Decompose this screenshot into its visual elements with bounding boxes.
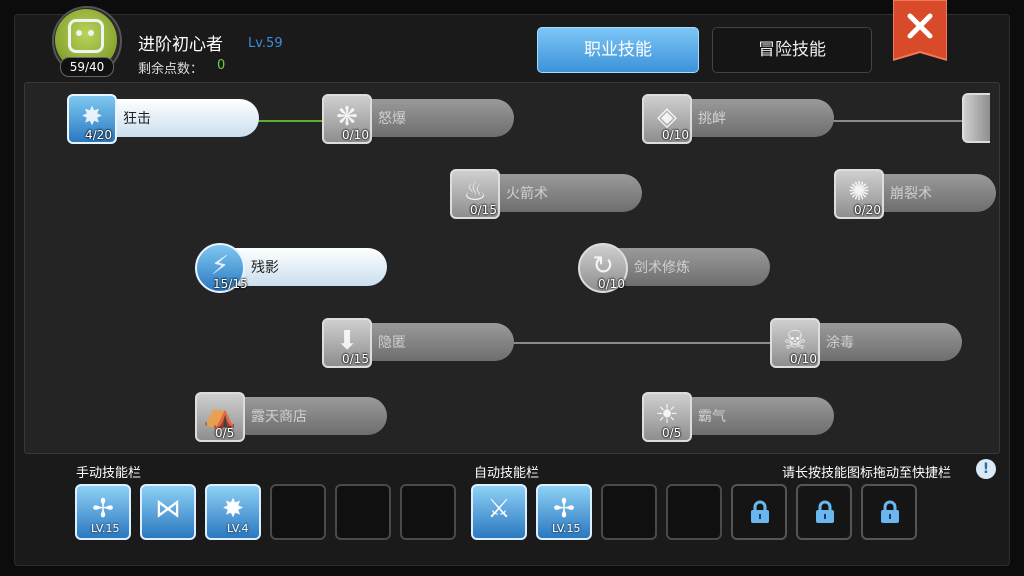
skill-level: 0/10 (790, 352, 817, 366)
auto-slot-locked[interactable] (796, 484, 852, 540)
hero-level: Lv.59 (248, 36, 283, 51)
skill-node-partial[interactable] (962, 93, 990, 143)
skill-level: 0/10 (342, 128, 369, 142)
skill-node[interactable]: ✸ 狂击 4/20 (67, 94, 267, 144)
skill-link (831, 120, 965, 122)
skill-name: 火箭术 (506, 186, 548, 202)
tab-job-skills[interactable]: 职业技能 (537, 27, 699, 73)
skill-level: 0/5 (662, 426, 682, 440)
skill-name: 涂毒 (826, 335, 854, 351)
manual-slot[interactable]: ⋈ (140, 484, 196, 540)
skill-tree-panel[interactable]: ✸ 狂击 4/20 ❋ 怒爆 0/10 ◈ 挑衅 0/10 ♨ 火箭术 0/15… (24, 82, 1000, 454)
manual-slot[interactable]: ✸ LV.4 (205, 484, 261, 540)
tab-adventure-skills[interactable]: 冒险技能 (712, 27, 872, 73)
auto-slot[interactable]: ⚔ (471, 484, 527, 540)
manual-slot-empty[interactable] (270, 484, 326, 540)
slot-level: LV.15 (91, 522, 120, 535)
skill-name: 剑术修炼 (634, 260, 690, 276)
auto-slot-empty[interactable] (666, 484, 722, 540)
skill-node[interactable]: ☠ 涂毒 0/10 (770, 318, 970, 368)
burst-icon: ✸ (222, 494, 244, 524)
skill-name: 挑衅 (698, 111, 726, 127)
skill-level: 0/20 (854, 203, 881, 217)
skill-node[interactable]: ❋ 怒爆 0/10 (322, 94, 522, 144)
skill-node[interactable]: ♨ 火箭术 0/15 (450, 169, 650, 219)
close-icon (892, 0, 948, 62)
remaining-points-label: 剩余点数： (138, 62, 204, 77)
info-icon[interactable]: ! (976, 459, 996, 479)
skill-name: 怒爆 (378, 111, 406, 127)
auto-slot-locked[interactable] (861, 484, 917, 540)
remaining-points-value: 0 (217, 58, 226, 73)
skill-name: 崩裂术 (890, 186, 932, 202)
manual-skill-bar-label: 手动技能栏 (76, 466, 142, 481)
hero-name: 进阶初心者 (138, 35, 223, 55)
skill-level: 0/5 (215, 426, 235, 440)
skill-link (257, 120, 329, 122)
skill-level: 15/15 (213, 277, 248, 291)
manual-slot[interactable]: ✢ LV.15 (75, 484, 131, 540)
auto-skill-bar-label: 自动技能栏 (474, 466, 540, 481)
lock-icon (881, 500, 899, 523)
slot-level: LV.15 (552, 522, 581, 535)
auto-slot-empty[interactable] (601, 484, 657, 540)
skill-level: 0/10 (662, 128, 689, 142)
ribbon-icon: ⋈ (155, 494, 181, 524)
skill-name: 隐匿 (378, 335, 406, 351)
skill-level: 0/15 (470, 203, 497, 217)
skill-node[interactable]: ◈ 挑衅 0/10 (642, 94, 842, 144)
skill-link (511, 342, 773, 344)
sword-icon: ⚔ (487, 494, 511, 524)
lock-icon (816, 500, 834, 523)
close-button[interactable] (892, 0, 948, 68)
auto-slot-locked[interactable] (731, 484, 787, 540)
skill-name: 残影 (251, 260, 279, 276)
manual-slot-empty[interactable] (400, 484, 456, 540)
lock-icon (751, 500, 769, 523)
skill-node[interactable]: ↻ 剑术修炼 0/10 (578, 243, 778, 293)
skill-node[interactable]: ⬇ 隐匿 0/15 (322, 318, 522, 368)
skill-node[interactable]: ⚡ 残影 15/15 (195, 243, 395, 293)
skill-level: 0/10 (598, 277, 625, 291)
slot-level: LV.4 (227, 522, 249, 535)
skill-level: 4/20 (85, 128, 112, 142)
shield-cross-icon: ✢ (553, 494, 575, 524)
skill-name: 霸气 (698, 409, 726, 425)
skill-level: 0/15 (342, 352, 369, 366)
drag-hint: 请长按技能图标拖动至快捷栏 (782, 466, 952, 481)
auto-slot[interactable]: ✢ LV.15 (536, 484, 592, 540)
skill-points-badge: 59/40 (60, 57, 114, 77)
skill-node[interactable]: ✺ 崩裂术 0/20 (834, 169, 999, 219)
manual-slot-empty[interactable] (335, 484, 391, 540)
skill-node[interactable]: ☀ 霸气 0/5 (642, 392, 842, 442)
skill-node[interactable]: ⛺ 露天商店 0/5 (195, 392, 395, 442)
shield-cross-icon: ✢ (92, 494, 114, 524)
skill-name: 露天商店 (251, 409, 307, 425)
skill-name: 狂击 (123, 111, 151, 127)
